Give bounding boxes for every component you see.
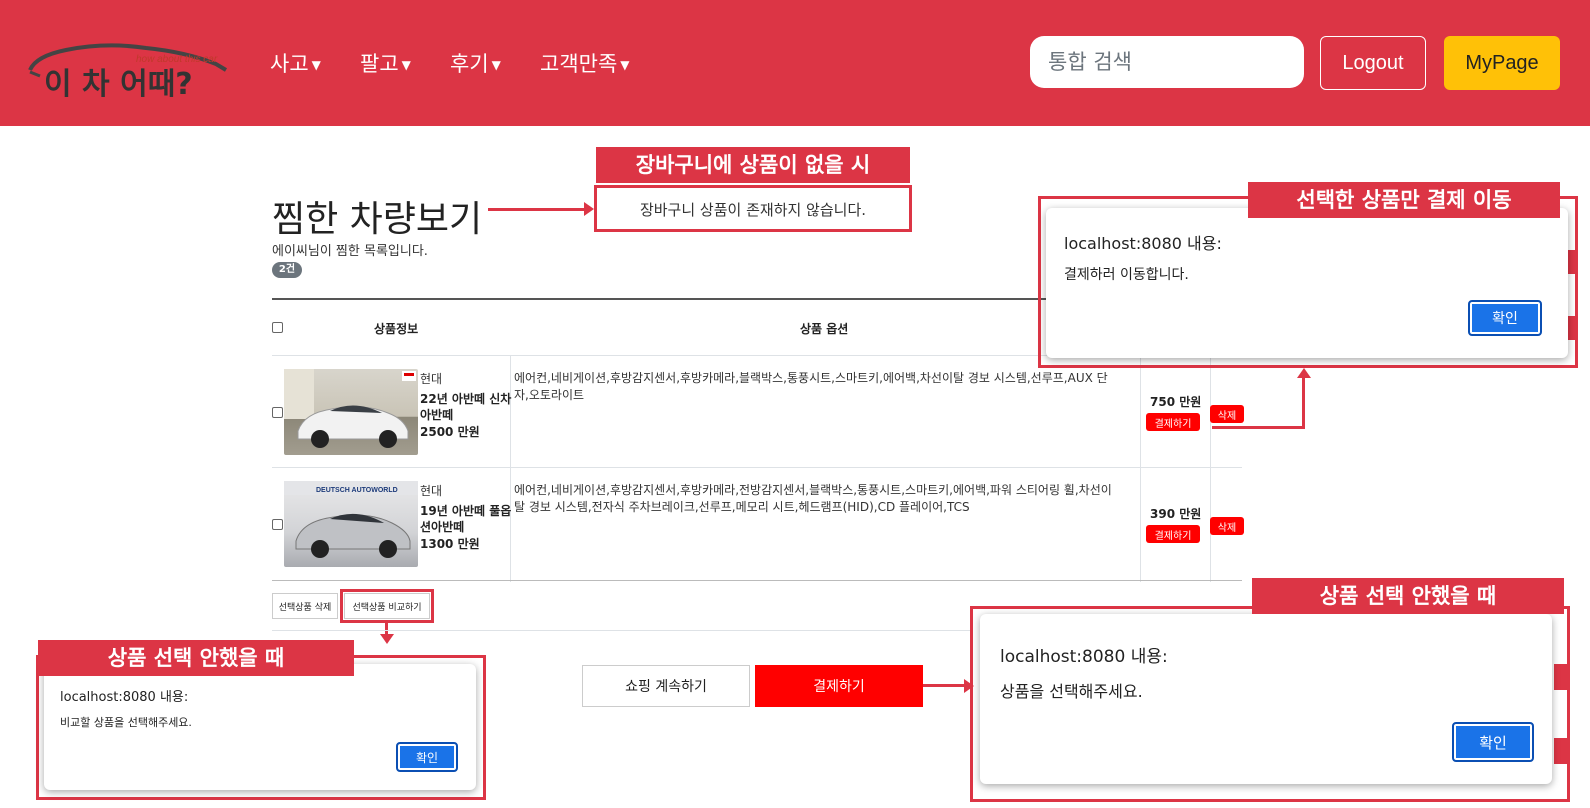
- section-divider: [272, 630, 972, 631]
- car-brand: 현대: [420, 372, 443, 386]
- car-name[interactable]: 22년 아반떼 신차아반떼: [420, 391, 512, 423]
- svg-text:이 차 어때?: 이 차 어때?: [44, 67, 193, 100]
- item-pay-button[interactable]: 결제하기: [1146, 413, 1200, 431]
- dialog-title: localhost:8080 내용:: [60, 690, 189, 705]
- svg-text:DEUTSCH AUTOWORLD: DEUTSCH AUTOWORLD: [316, 487, 398, 494]
- count-badge: 2건: [272, 262, 302, 278]
- annotation-arrow: [923, 684, 968, 687]
- page-title: 찜한 차량보기: [272, 199, 483, 240]
- background-red-tab: [1554, 664, 1568, 690]
- alert-dialog-pay: localhost:8080 내용: 결제하러 이동합니다. 확인: [1046, 208, 1568, 358]
- select-all-checkbox[interactable]: [272, 322, 283, 333]
- nav-buy[interactable]: 사고 ▼: [270, 48, 321, 78]
- column-header-product-option: 상품 옵션: [800, 322, 849, 336]
- nav-sell[interactable]: 팔고 ▼: [360, 48, 411, 78]
- row-divider: [272, 580, 1242, 581]
- search-input[interactable]: [1030, 36, 1304, 88]
- annotation-connector: [1302, 378, 1305, 429]
- dialog-ok-button[interactable]: 확인: [1452, 722, 1534, 762]
- item-price: 750 만원: [1150, 395, 1202, 409]
- car-image[interactable]: [284, 369, 418, 455]
- car-name[interactable]: 19년 아반떼 풀옵션아반떼: [420, 503, 512, 535]
- caret-down-icon: ▼: [491, 58, 501, 72]
- checkout-button[interactable]: 결제하기: [755, 665, 923, 707]
- item-delete-button[interactable]: 삭제: [1210, 405, 1244, 423]
- annotation-highlight-compare: [340, 589, 434, 623]
- annotation-label-empty-cart: 장바구니에 상품이 없을 시: [596, 147, 910, 183]
- item-delete-button[interactable]: 삭제: [1210, 517, 1244, 535]
- caret-down-icon: ▼: [311, 58, 321, 72]
- column-header-product-info: 상품정보: [374, 322, 419, 336]
- item-pay-button[interactable]: 결제하기: [1146, 525, 1200, 543]
- delete-selected-button[interactable]: 선택상품 삭제: [272, 593, 338, 619]
- caret-down-icon: ▼: [620, 58, 630, 72]
- annotation-label-no-select-right: 상품 선택 안했을 때: [1252, 578, 1564, 614]
- logout-button[interactable]: Logout: [1320, 36, 1426, 90]
- top-navbar: how about this car 이 차 어때? 사고 ▼ 팔고 ▼ 후기 ▼ 고…: [0, 0, 1590, 126]
- dialog-title: localhost:8080 내용:: [1000, 647, 1168, 667]
- background-red-tab: [1554, 738, 1568, 764]
- row-checkbox[interactable]: [272, 407, 283, 418]
- empty-cart-message: 장바구니 상품이 존재하지 않습니다.: [639, 201, 867, 219]
- dialog-ok-button[interactable]: 확인: [1468, 300, 1542, 336]
- item-price: 390 만원: [1150, 507, 1202, 521]
- car-options: 에어컨,네비게이션,후방감지센서,후방카메라,블랙박스,통풍시트,스마트키,에어…: [514, 371, 1108, 402]
- car-image[interactable]: DEUTSCH AUTOWORLD: [284, 481, 418, 567]
- dialog-ok-button[interactable]: 확인: [396, 742, 458, 772]
- svg-text:how about this car: how about this car: [136, 54, 218, 65]
- annotation-label-no-select-left: 상품 선택 안했을 때: [38, 640, 354, 676]
- nav-review[interactable]: 후기 ▼: [450, 48, 501, 78]
- nav-customer[interactable]: 고객만족 ▼: [540, 48, 630, 78]
- car-price: 1300 만원: [420, 537, 480, 551]
- arrow-head-icon: [1297, 368, 1311, 378]
- dialog-title: localhost:8080 내용:: [1064, 234, 1222, 253]
- car-options: 에어컨,네비게이션,후방감지센서,후방카메라,전방감지센서,블랙박스,통풍시트,…: [514, 483, 1112, 514]
- alert-dialog-compare: localhost:8080 내용: 비교할 상품을 선택해주세요. 확인: [44, 664, 476, 790]
- dialog-message: 비교할 상품을 선택해주세요.: [60, 716, 192, 729]
- car-price: 2500 만원: [420, 425, 480, 439]
- arrow-head-icon: [584, 202, 594, 216]
- continue-shopping-button[interactable]: 쇼핑 계속하기: [582, 665, 750, 707]
- annotation-label-selected-pay: 선택한 상품만 결제 이동: [1248, 182, 1560, 218]
- arrow-head-icon: [380, 634, 394, 644]
- column-divider: [1140, 356, 1141, 582]
- alert-dialog-checkout: localhost:8080 내용: 상품을 선택해주세요. 확인: [980, 614, 1552, 784]
- car-logo-icon: how about this car 이 차 어때?: [28, 43, 228, 102]
- row-checkbox[interactable]: [272, 519, 283, 530]
- caret-down-icon: ▼: [401, 58, 411, 72]
- annotation-connector: [1212, 426, 1304, 429]
- mypage-button[interactable]: MyPage: [1444, 36, 1560, 90]
- column-divider: [1210, 356, 1211, 582]
- annotation-arrow: [488, 208, 588, 211]
- page-subtitle: 에이씨님이 찜한 목록입니다.: [272, 244, 428, 259]
- car-brand: 현대: [420, 484, 443, 498]
- site-logo[interactable]: how about this car 이 차 어때?: [26, 36, 236, 102]
- dialog-message: 결제하러 이동합니다.: [1064, 267, 1189, 283]
- dialog-message: 상품을 선택해주세요.: [1000, 682, 1143, 701]
- row-divider: [272, 467, 1242, 468]
